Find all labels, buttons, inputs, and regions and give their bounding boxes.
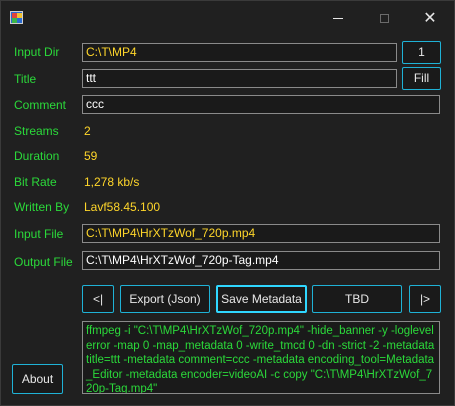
title-field[interactable]: ttt (82, 69, 397, 88)
prev-button[interactable]: <| (82, 285, 114, 313)
input-dir-label: Input Dir (14, 45, 60, 59)
command-preview[interactable]: ffmpeg -i "C:\T\MP4\HrXTzWof_720p.mp4" -… (82, 321, 440, 394)
fill-button[interactable]: Fill (402, 67, 441, 90)
export-json-button[interactable]: Export (Json) (120, 285, 210, 313)
output-file-field[interactable]: C:\T\MP4\HrXTzWof_720p-Tag.mp4 (82, 251, 440, 270)
input-file-label: Input File (14, 227, 64, 241)
streams-label: Streams (14, 124, 59, 138)
written-by-label: Written By (14, 200, 70, 214)
streams-value: 2 (84, 124, 91, 138)
output-file-label: Output File (14, 255, 73, 269)
duration-label: Duration (14, 149, 60, 163)
close-icon: ✕ (423, 8, 437, 27)
app-icon (10, 11, 23, 24)
title-label: Title (14, 72, 37, 86)
title-bar[interactable]: ✕ (1, 1, 454, 35)
duration-value: 59 (84, 149, 98, 163)
close-button[interactable]: ✕ (407, 1, 453, 35)
comment-label: Comment (14, 98, 67, 112)
bit-rate-label: Bit Rate (14, 175, 57, 189)
save-metadata-button[interactable]: Save Metadata (216, 285, 307, 313)
comment-field[interactable]: ccc (82, 95, 440, 114)
about-button[interactable]: About (12, 364, 63, 394)
input-file-field[interactable]: C:\T\MP4\HrXTzWof_720p.mp4 (82, 224, 440, 243)
minimize-button[interactable] (315, 1, 361, 35)
tbd-button[interactable]: TBD (312, 285, 402, 313)
count-button[interactable]: 1 (402, 41, 441, 64)
bit-rate-value: 1,278 kb/s (84, 175, 140, 189)
main-window: ✕ Input Dir C:\T\MP4 1 Title ttt Fill Co… (0, 0, 455, 406)
minimize-icon (333, 18, 343, 19)
input-dir-field[interactable]: C:\T\MP4 (82, 43, 397, 62)
written-by-value: Lavf58.45.100 (84, 200, 161, 214)
maximize-icon (379, 14, 389, 23)
maximize-button[interactable] (361, 1, 407, 35)
next-button[interactable]: |> (409, 285, 441, 313)
